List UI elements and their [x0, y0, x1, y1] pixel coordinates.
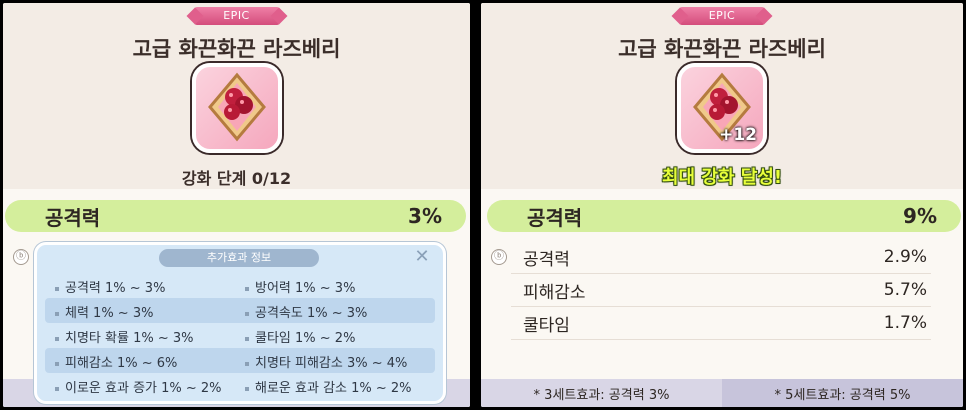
option-row: 치명타 확률 1% ~ 3% 쿨타임 1% ~ 2% — [45, 323, 435, 348]
topping-detail-panel-left: EPIC 고급 화끈화끈 라즈베리 강화 단계 0/12 공격력 3% ⓑ 추가… — [3, 3, 470, 407]
close-icon[interactable]: ✕ — [413, 248, 431, 266]
option-item: 이로운 효과 증가 1% ~ 2% — [55, 377, 222, 396]
sub-stat-row: 피해감소 5.7% — [511, 274, 931, 307]
option-row: 체력 1% ~ 3% 공격속도 1% ~ 3% — [45, 298, 435, 323]
option-row: 피해감소 1% ~ 6% 치명타 피해감소 3% ~ 4% — [45, 348, 435, 373]
item-title: 고급 화끈화끈 라즈베리 — [618, 37, 826, 61]
enhance-badge: +12 — [719, 125, 757, 145]
set-effect-3: * 3세트효과: 공격력 3% — [481, 379, 722, 407]
topping-detail-panel-right: EPIC 고급 화끈화끈 라즈베리 +12 최대 강화 달성! 공격력 9% ⓑ… — [481, 3, 963, 407]
raspberry-topping-icon — [191, 63, 282, 153]
raspberry-topping-icon: +12 — [677, 63, 767, 153]
option-item: 쿨타임 1% ~ 2% — [245, 327, 355, 346]
main-stat-value: 3% — [408, 204, 442, 228]
popup-title: 추가효과 정보 — [159, 249, 319, 267]
sub-stat-row: 공격력 2.9% — [511, 241, 931, 274]
extra-effect-popup: 추가효과 정보 ✕ 공격력 1% ~ 3% 방어력 1% ~ 3% 체력 1% … — [34, 242, 446, 404]
info-icon[interactable]: ⓑ — [13, 249, 29, 265]
main-stat-bar: 공격력 3% — [5, 200, 466, 232]
main-stat-name: 공격력 — [45, 205, 101, 230]
option-item: 치명타 확률 1% ~ 3% — [55, 327, 193, 346]
item-header: EPIC 고급 화끈화끈 라즈베리 강화 단계 0/12 — [3, 3, 470, 189]
option-item: 공격력 1% ~ 3% — [55, 277, 165, 296]
option-item: 체력 1% ~ 3% — [55, 302, 153, 321]
max-enhance-text: 최대 강화 달성! — [661, 167, 783, 188]
main-stat-value: 9% — [903, 204, 937, 228]
option-row: 공격력 1% ~ 3% 방어력 1% ~ 3% — [45, 273, 435, 298]
sub-stat-name: 쿨타임 — [523, 315, 570, 336]
item-header: EPIC 고급 화끈화끈 라즈베리 +12 최대 강화 달성! — [481, 3, 963, 189]
rarity-badge: EPIC — [193, 7, 280, 25]
option-item: 공격속도 1% ~ 3% — [245, 302, 367, 321]
main-stat-name: 공격력 — [527, 205, 583, 230]
option-item: 방어력 1% ~ 3% — [245, 277, 355, 296]
info-icon[interactable]: ⓑ — [491, 249, 507, 265]
sub-stat-row: 쿨타임 1.7% — [511, 307, 931, 340]
enhance-level: 강화 단계 0/12 — [181, 169, 292, 188]
rarity-badge: EPIC — [679, 7, 765, 25]
item-title: 고급 화끈화끈 라즈베리 — [132, 37, 341, 61]
sub-stat-name: 공격력 — [523, 249, 570, 270]
sub-stat-value: 1.7% — [883, 313, 927, 333]
sub-stat-name: 피해감소 — [523, 282, 586, 303]
option-row: 이로운 효과 증가 1% ~ 2% 해로운 효과 감소 1% ~ 2% — [45, 373, 435, 398]
option-item: 피해감소 1% ~ 6% — [55, 352, 177, 371]
set-effect-bar: * 3세트효과: 공격력 3% * 5세트효과: 공격력 5% — [481, 379, 963, 407]
sub-stat-value: 5.7% — [883, 280, 927, 300]
sub-stat-value: 2.9% — [883, 247, 927, 267]
option-item: 치명타 피해감소 3% ~ 4% — [245, 352, 407, 371]
option-item: 해로운 효과 감소 1% ~ 2% — [245, 377, 412, 396]
set-effect-5: * 5세트효과: 공격력 5% — [722, 379, 963, 407]
main-stat-bar: 공격력 9% — [487, 200, 961, 232]
